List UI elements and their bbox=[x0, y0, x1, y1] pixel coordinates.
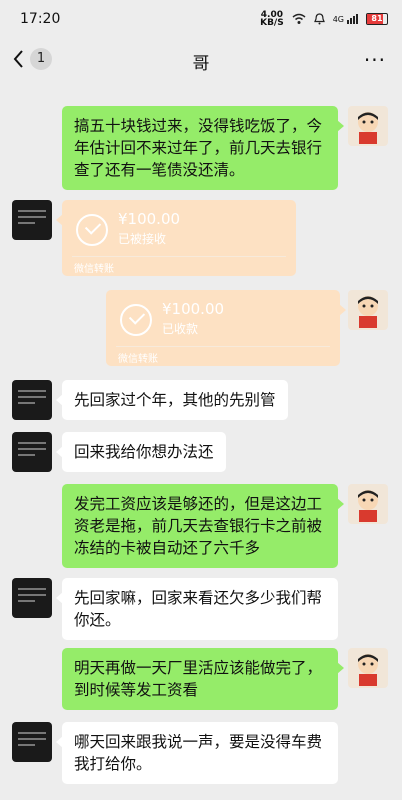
chat-header: 1 哥 ··· bbox=[0, 38, 402, 84]
message-bubble[interactable]: 先回家过个年，其他的先别管 bbox=[56, 380, 288, 420]
message-bubble[interactable]: 哪天回来跟我说一声，要是没得车费我打给你。 bbox=[56, 722, 338, 784]
clock: 17:20 bbox=[20, 11, 61, 27]
message-text: 先回家嘛，回家来看还欠多少我们帮你还。 bbox=[74, 589, 323, 629]
divider bbox=[72, 256, 286, 257]
message-bubble[interactable]: 发完工资应该是够还的，但是这边工资老是拖，前几天去查银行卡之前被冻结的卡被自动还… bbox=[62, 484, 344, 568]
transfer-card[interactable]: ¥100.00 已收款 微信转账 bbox=[106, 290, 346, 366]
transfer-amount: ¥100.00 bbox=[162, 300, 225, 318]
message-bubble[interactable]: 明天再做一天厂里活应该能做完了，到时候等发工资看 bbox=[62, 648, 344, 710]
message-bubble[interactable]: 搞五十块钱过来，没得钱吃饭了，今年估计回不来过年了，前几天去银行查了还有一笔债没… bbox=[62, 106, 344, 190]
my-avatar[interactable] bbox=[348, 290, 388, 330]
battery-level: 81 bbox=[371, 14, 383, 23]
chevron-left-icon bbox=[13, 50, 23, 68]
message-text: 先回家过个年，其他的先别管 bbox=[74, 391, 276, 409]
message-text: 明天再做一天厂里活应该能做完了，到时候等发工资看 bbox=[74, 659, 323, 699]
back-button[interactable]: 1 bbox=[12, 48, 52, 70]
message-text: 搞五十块钱过来，没得钱吃饭了，今年估计回不来过年了，前几天去银行查了还有一笔债没… bbox=[74, 117, 323, 179]
my-avatar[interactable] bbox=[348, 648, 388, 688]
check-circle-icon bbox=[120, 304, 152, 336]
my-avatar[interactable] bbox=[348, 484, 388, 524]
check-circle-icon bbox=[76, 214, 108, 246]
contact-avatar[interactable] bbox=[12, 380, 52, 420]
transfer-amount: ¥100.00 bbox=[118, 210, 181, 228]
alarm-icon bbox=[313, 13, 325, 25]
message-text: 回来我给你想办法还 bbox=[74, 443, 214, 461]
unread-badge: 1 bbox=[30, 48, 52, 70]
transfer-label: 微信转账 bbox=[118, 354, 158, 365]
message-bubble[interactable]: 先回家嘛，回家来看还欠多少我们帮你还。 bbox=[56, 578, 338, 640]
net-speed-unit: KB/S bbox=[260, 18, 284, 28]
transfer-card[interactable]: ¥100.00 已被接收 微信转账 bbox=[56, 200, 296, 276]
status-icons: 4.00 KB/S 4G 81 bbox=[260, 11, 388, 28]
contact-avatar[interactable] bbox=[12, 200, 52, 240]
contact-avatar[interactable] bbox=[12, 722, 52, 762]
more-options-button[interactable]: ··· bbox=[364, 48, 386, 72]
divider bbox=[116, 346, 330, 347]
net-speed: 4.00 KB/S bbox=[260, 11, 284, 28]
my-avatar[interactable] bbox=[348, 106, 388, 146]
message-bubble[interactable]: 回来我给你想办法还 bbox=[56, 432, 226, 472]
contact-avatar[interactable] bbox=[12, 578, 52, 618]
transfer-label: 微信转账 bbox=[74, 264, 114, 275]
status-bar: 17:20 4.00 KB/S 4G 81 bbox=[0, 0, 402, 38]
chat-title: 哥 bbox=[192, 53, 210, 74]
message-text: 哪天回来跟我说一声，要是没得车费我打给你。 bbox=[74, 733, 323, 773]
wifi-icon bbox=[292, 13, 306, 24]
battery-icon: 81 bbox=[366, 13, 388, 25]
transfer-status: 已被接收 bbox=[118, 232, 167, 246]
message-text: 发完工资应该是够还的，但是这边工资老是拖，前几天去查银行卡之前被冻结的卡被自动还… bbox=[74, 495, 323, 557]
message-list: 搞五十块钱过来，没得钱吃饭了，今年估计回不来过年了，前几天去银行查了还有一笔债没… bbox=[0, 84, 402, 800]
signal-label: 4G bbox=[332, 15, 344, 24]
transfer-status: 已收款 bbox=[162, 322, 199, 336]
signal-icon: 4G bbox=[333, 14, 358, 24]
contact-avatar[interactable] bbox=[12, 432, 52, 472]
